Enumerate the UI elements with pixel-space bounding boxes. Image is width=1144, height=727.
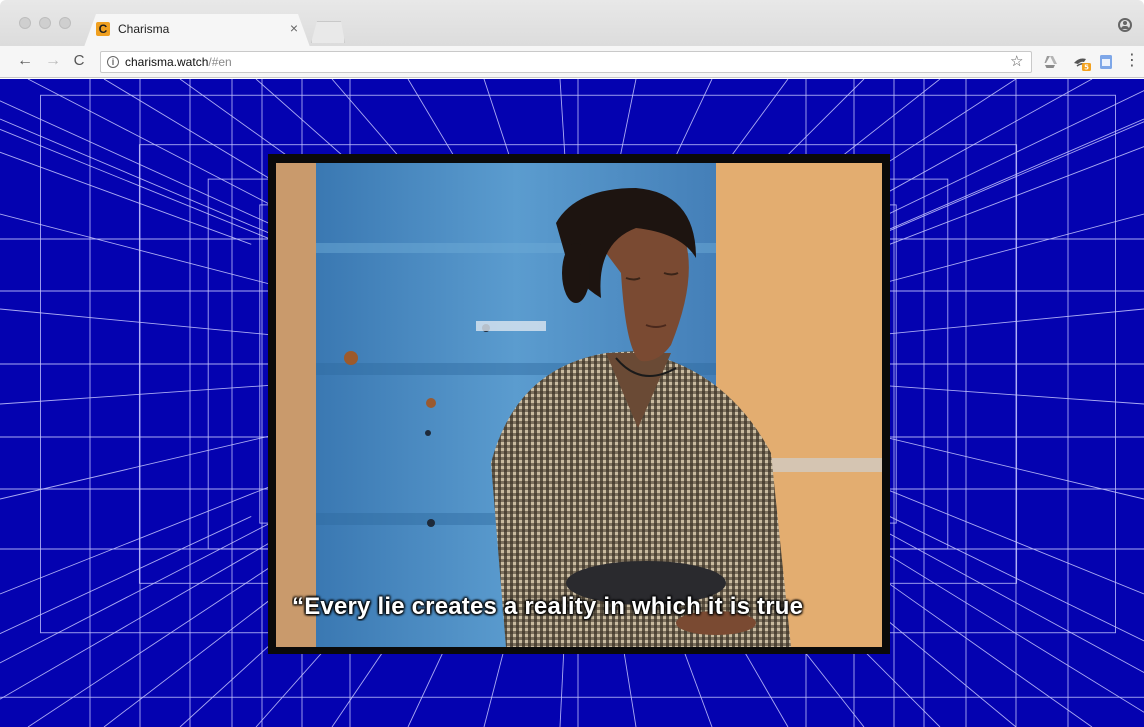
docs-icon[interactable] xyxy=(1098,54,1114,70)
more-menu-icon[interactable]: ⋮ xyxy=(1124,52,1140,70)
extension-badge: 5 xyxy=(1084,64,1089,72)
minimize-window-button[interactable] xyxy=(39,17,51,29)
grid-radial-line xyxy=(857,121,1144,245)
back-arrow-icon[interactable]: ← xyxy=(16,52,34,70)
video-still xyxy=(276,163,882,647)
site-info-icon[interactable]: i xyxy=(107,56,119,68)
profile-icon[interactable] xyxy=(1118,18,1132,32)
video-subtitle: “Every lie creates a reality in which it… xyxy=(292,593,804,620)
url-host: charisma.watch xyxy=(125,55,209,69)
grid-radial-line xyxy=(857,516,1144,674)
grid-radial-line xyxy=(0,516,252,635)
google-drive-icon[interactable] xyxy=(1042,54,1058,70)
zoom-window-button[interactable] xyxy=(59,17,71,29)
video-frame-image[interactable]: “Every lie creates a reality in which it… xyxy=(276,163,882,647)
url-text[interactable]: charisma.watch/#en xyxy=(125,55,232,69)
tab-close-icon[interactable]: × xyxy=(287,21,301,35)
forward-arrow-icon[interactable]: → xyxy=(44,52,62,70)
title-bar: C Charisma × xyxy=(0,0,1144,46)
charisma-favicon-icon: C xyxy=(96,22,110,36)
extension-bird-icon[interactable]: 5 xyxy=(1073,54,1091,72)
bookmark-star-icon[interactable]: ☆ xyxy=(1010,53,1023,71)
reload-icon[interactable]: C xyxy=(70,52,88,70)
grid-radial-line xyxy=(0,516,284,664)
close-window-button[interactable] xyxy=(19,17,31,29)
video-player[interactable]: “Every lie creates a reality in which it… xyxy=(268,154,890,654)
browser-window: C Charisma × ← → C i charisma.watch/#en … xyxy=(0,0,1144,727)
address-bar[interactable] xyxy=(100,51,1032,73)
url-path: /#en xyxy=(208,55,232,69)
grid-radial-line xyxy=(0,151,252,245)
page-viewport: “Every lie creates a reality in which it… xyxy=(0,79,1144,727)
new-tab-button[interactable] xyxy=(311,21,345,43)
tab-title: Charisma xyxy=(118,22,170,36)
